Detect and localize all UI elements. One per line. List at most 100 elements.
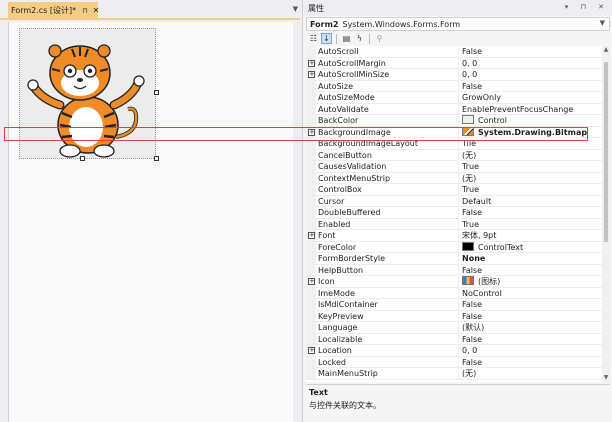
expand-icon[interactable]: + [308, 347, 315, 354]
property-row[interactable]: KeyPreview False [306, 310, 602, 322]
row-gutter [306, 241, 316, 252]
property-value[interactable]: False [458, 207, 600, 218]
property-value[interactable]: (无) [458, 172, 600, 183]
designer-pane: Form2.cs [设计]* ⊓ ✕ ▼ [0, 0, 300, 422]
property-row[interactable]: BackColor Control [306, 115, 602, 127]
property-row[interactable]: HelpButton False [306, 264, 602, 276]
property-row[interactable]: Enabled True [306, 218, 602, 230]
property-row[interactable]: CausesValidation True [306, 161, 602, 173]
property-row[interactable]: CancelButton (无) [306, 149, 602, 161]
property-row[interactable]: + Location 0, 0 [306, 345, 602, 357]
row-gutter: + [306, 57, 316, 68]
chevron-down-icon[interactable]: ▼ [600, 19, 605, 27]
property-value[interactable]: False [458, 299, 600, 310]
property-row[interactable]: + BackgroundImage System.Drawing.Bitmap [306, 126, 602, 138]
expand-icon[interactable]: + [308, 59, 315, 67]
property-row[interactable]: + Icon (图标) [306, 276, 602, 288]
property-row[interactable]: AutoSizeMode GrowOnly [306, 92, 602, 104]
resize-handle-corner[interactable] [154, 156, 159, 161]
object-selector[interactable]: Form2 System.Windows.Forms.Form ▼ [306, 17, 610, 31]
property-value[interactable]: (默认) [458, 322, 600, 333]
property-row[interactable]: BackgroundImageLayout Tile [306, 138, 602, 150]
property-row[interactable]: DoubleBuffered False [306, 207, 602, 219]
property-row[interactable]: AutoScroll False [306, 46, 602, 58]
property-value[interactable]: NoControl [458, 287, 600, 298]
property-value[interactable]: Tile [458, 138, 600, 149]
document-tab-form2[interactable]: Form2.cs [设计]* ⊓ ✕ [8, 2, 100, 19]
expand-icon[interactable]: + [308, 278, 315, 285]
property-name: Localizable [318, 334, 363, 344]
categorized-icon[interactable]: ☷ [308, 33, 319, 44]
events-icon[interactable]: ϟ [354, 33, 365, 44]
property-value[interactable]: EnablePreventFocusChange [458, 103, 600, 114]
property-value-text: Tile [462, 139, 477, 148]
property-pages-icon[interactable]: ⚲ [374, 33, 385, 44]
row-gutter [306, 161, 316, 172]
property-value[interactable]: (图标) [458, 276, 600, 287]
property-row[interactable]: AutoSize False [306, 80, 602, 92]
alphabetical-icon[interactable]: ↓ [321, 33, 332, 44]
property-value-text: 0, 0 [462, 346, 478, 355]
property-value[interactable]: System.Drawing.Bitmap [458, 126, 600, 137]
close-icon[interactable]: ✕ [93, 6, 100, 15]
properties-icon[interactable]: ▤ [341, 33, 352, 44]
pin-icon[interactable]: ⊓ [82, 7, 87, 15]
property-value[interactable]: 0, 0 [458, 57, 600, 68]
property-row[interactable]: + AutoScrollMargin 0, 0 [306, 57, 602, 69]
row-gutter [306, 218, 316, 229]
property-value[interactable]: 0, 0 [458, 69, 600, 80]
scrollbar-thumb[interactable] [604, 62, 608, 242]
window-tools-icons[interactable]: ▾ ⊓ ✕ [565, 3, 609, 11]
property-value[interactable]: Control [458, 115, 600, 126]
property-row[interactable]: ForeColor ControlText [306, 241, 602, 253]
property-row[interactable]: Cursor Default [306, 195, 602, 207]
property-grid-scrollbar[interactable]: ▲ ▼ [602, 46, 610, 382]
property-value-text: 宋体, 9pt [462, 231, 497, 240]
property-row[interactable]: ContextMenuStrip (无) [306, 172, 602, 184]
property-value[interactable]: None [458, 253, 600, 264]
expand-icon[interactable]: + [308, 71, 315, 78]
resize-handle-bottom[interactable] [80, 156, 85, 161]
property-value-text: (无) [462, 173, 477, 183]
document-tab-bar: Form2.cs [设计]* ⊓ ✕ ▼ [0, 0, 300, 20]
property-value[interactable]: (无) [458, 149, 600, 160]
property-row[interactable]: FormBorderStyle None [306, 253, 602, 265]
property-value[interactable]: False [458, 46, 600, 57]
property-value[interactable]: 宋体, 9pt [458, 230, 600, 241]
property-row[interactable]: IsMdiContainer False [306, 299, 602, 311]
resize-handle-right[interactable] [154, 90, 159, 95]
property-row[interactable]: + Font 宋体, 9pt [306, 230, 602, 242]
property-row[interactable]: Localizable False [306, 333, 602, 345]
property-row[interactable]: AutoValidate EnablePreventFocusChange [306, 103, 602, 115]
expand-icon[interactable]: + [308, 128, 315, 136]
property-value[interactable]: Default [458, 195, 600, 206]
property-row[interactable]: ImeMode NoControl [306, 287, 602, 299]
property-value[interactable]: GrowOnly [458, 92, 600, 103]
form2-canvas[interactable] [19, 28, 156, 159]
property-value[interactable]: (无) [458, 368, 600, 379]
property-value[interactable]: False [458, 80, 600, 91]
property-name: AutoScrollMinSize [318, 70, 390, 79]
property-value[interactable]: False [458, 333, 600, 344]
property-value[interactable]: False [458, 356, 600, 367]
property-row[interactable]: Locked False [306, 356, 602, 368]
scroll-up-icon[interactable]: ▲ [602, 46, 610, 54]
property-value-text: False [462, 300, 483, 309]
property-value[interactable]: True [458, 218, 600, 229]
tab-dropdown-icon[interactable]: ▼ [293, 5, 298, 13]
property-value[interactable]: False [458, 310, 600, 321]
property-value[interactable]: False [458, 264, 600, 275]
property-name: Locked [318, 357, 346, 367]
property-row[interactable]: + AutoScrollMinSize 0, 0 [306, 69, 602, 81]
expand-icon[interactable]: + [308, 232, 315, 239]
property-value[interactable]: True [458, 184, 600, 195]
property-value[interactable]: True [458, 161, 600, 172]
row-gutter [306, 80, 316, 91]
scroll-down-icon[interactable]: ▼ [602, 374, 610, 382]
property-row[interactable]: MainMenuStrip (无) [306, 368, 602, 380]
property-row[interactable]: Language (默认) [306, 322, 602, 334]
property-row[interactable]: ControlBox True [306, 184, 602, 196]
property-value[interactable]: ControlText [458, 241, 600, 252]
property-value[interactable]: 0, 0 [458, 345, 600, 356]
property-value-text: Default [462, 196, 492, 206]
